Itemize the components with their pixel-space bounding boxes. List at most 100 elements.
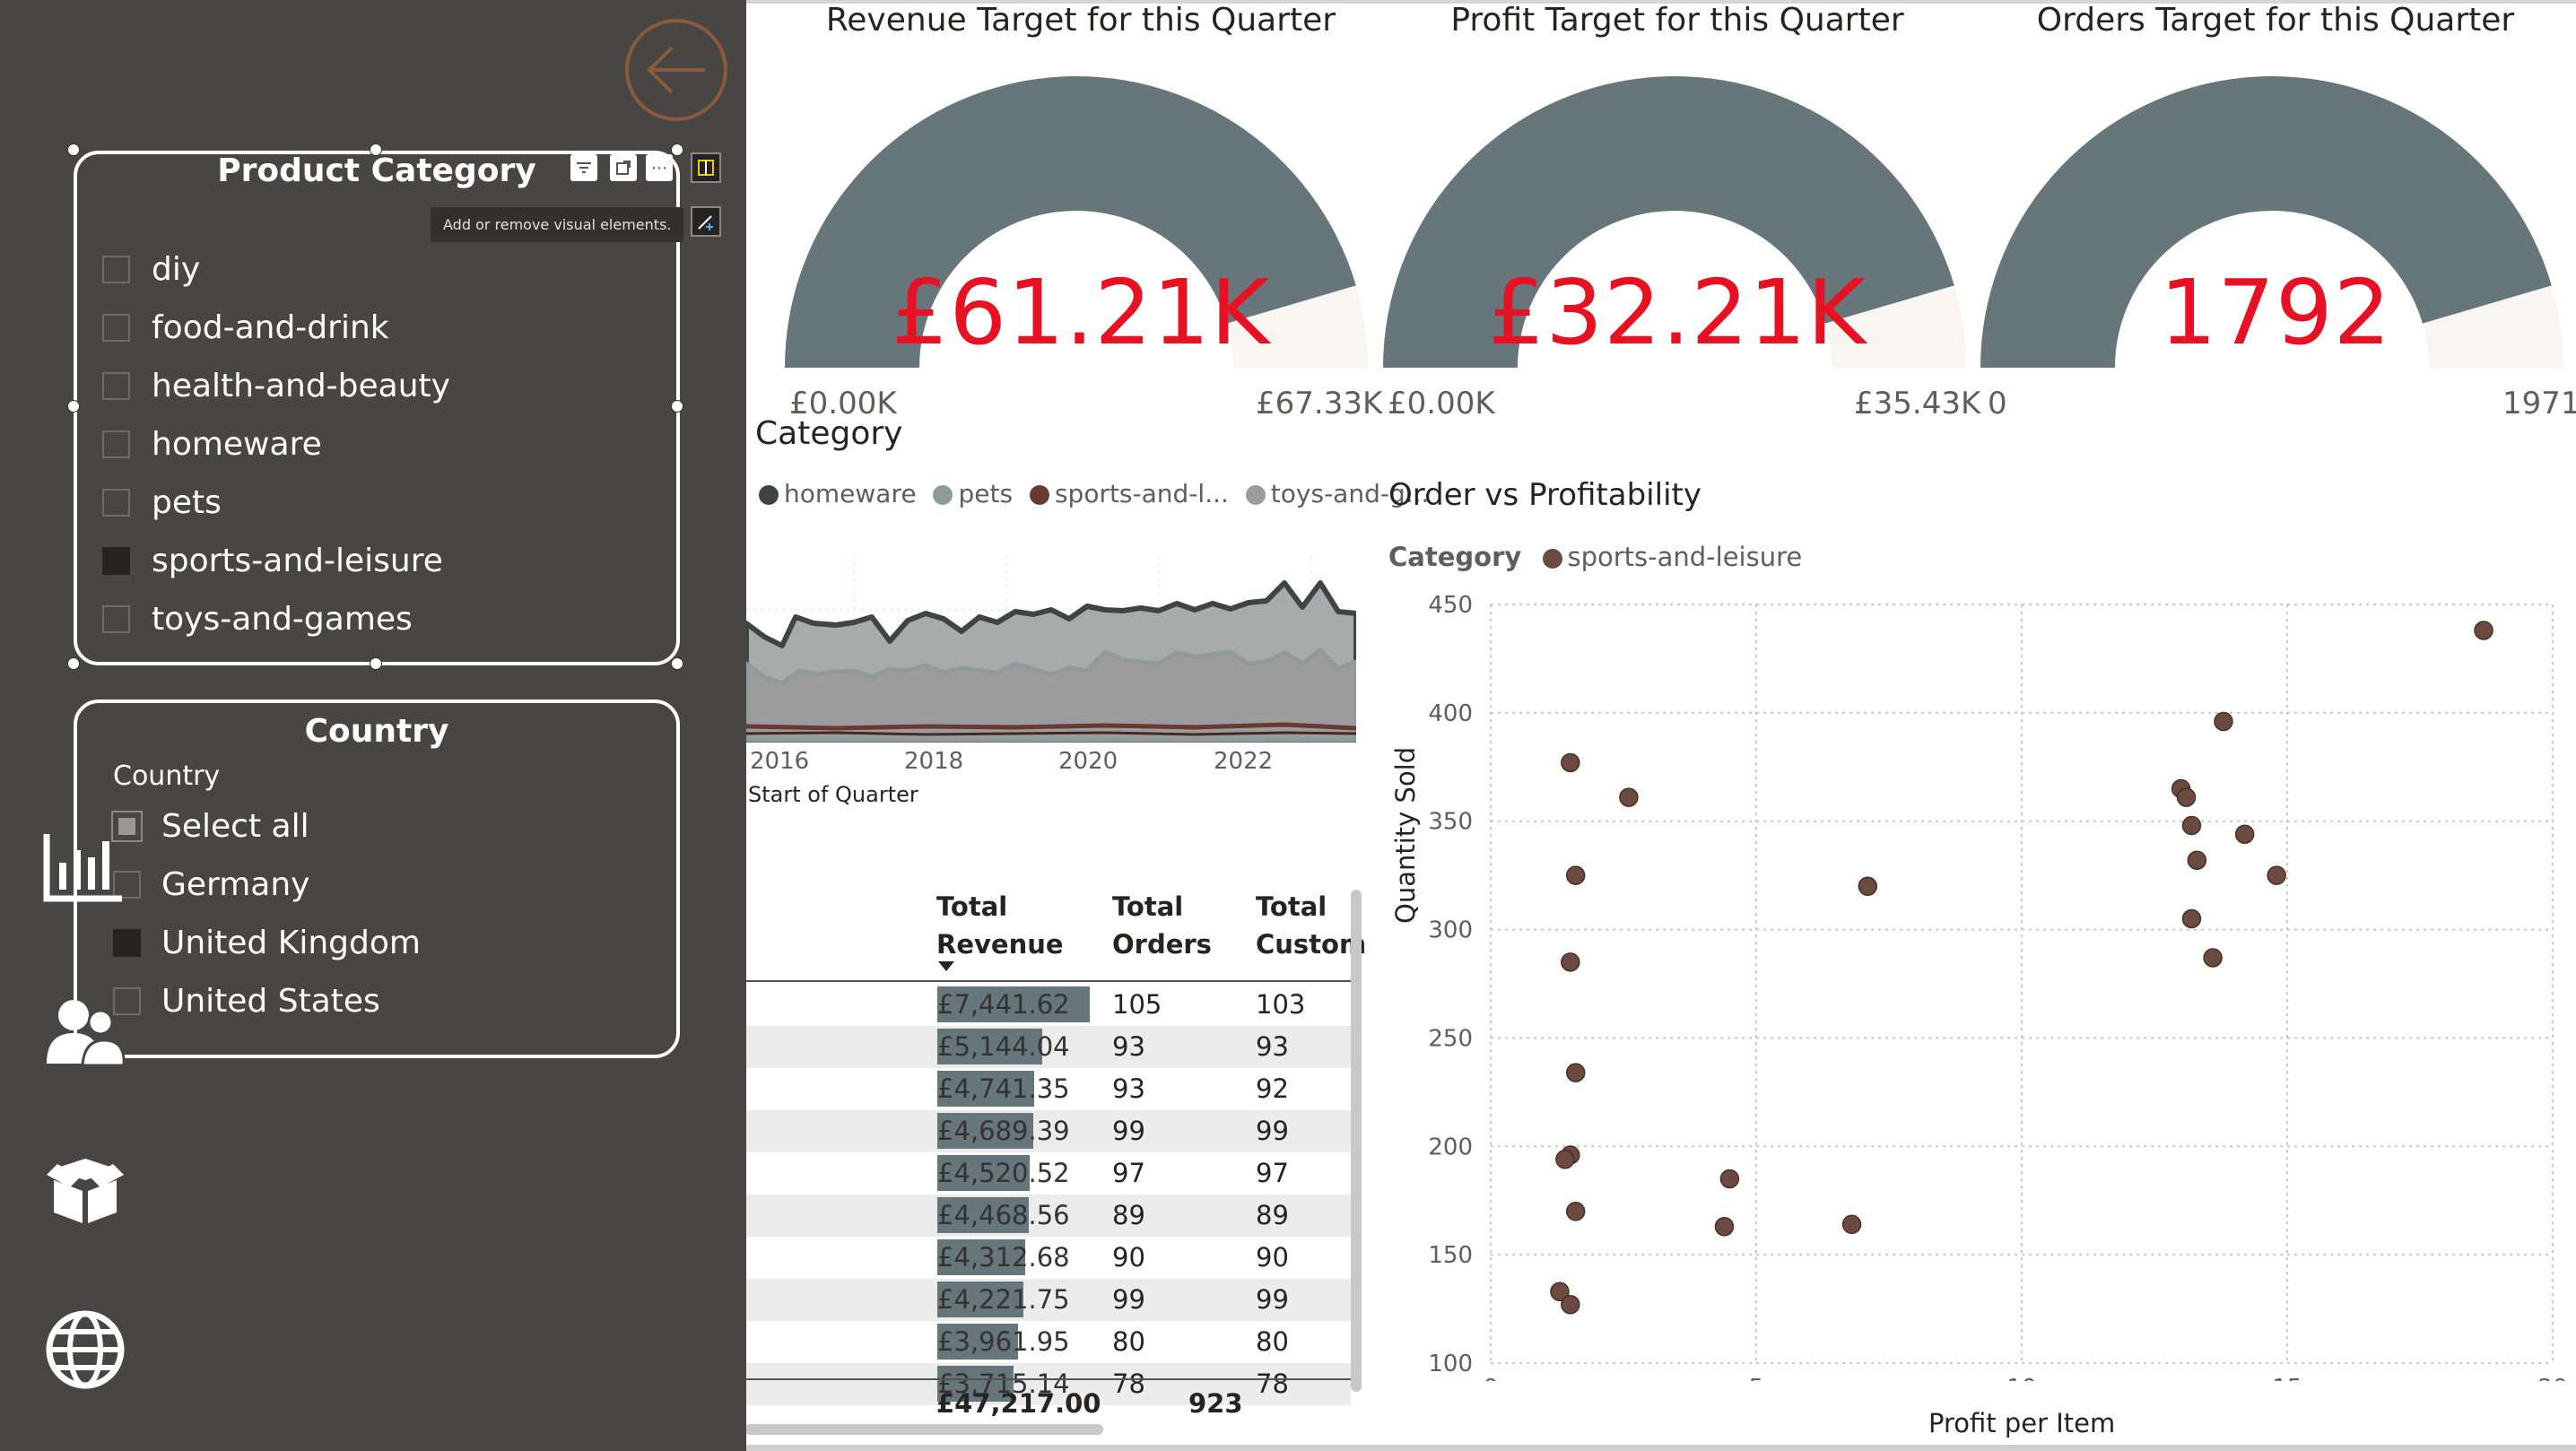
legend-item[interactable]: pets: [933, 479, 1013, 508]
legend-dot: [1542, 549, 1562, 569]
y-tick-label: 250: [1428, 1025, 1473, 1052]
cell-customers: 99: [1256, 1284, 1289, 1315]
checkbox[interactable]: [102, 605, 130, 633]
slicer-header: Country: [113, 760, 221, 792]
scatter-point[interactable]: [1714, 1216, 1735, 1237]
filter-icon[interactable]: [570, 154, 597, 181]
table-row[interactable]: £4,468.56 89 89: [744, 1195, 1351, 1237]
back-arrow-icon[interactable]: [622, 16, 730, 124]
legend-item[interactable]: sports-and-l...: [1029, 479, 1229, 508]
y-tick-label: 200: [1428, 1134, 1473, 1160]
cell-orders: 105: [1112, 989, 1162, 1020]
scatter-point[interactable]: [1561, 1294, 1580, 1315]
more-options-icon[interactable]: ⋯: [646, 154, 673, 181]
header-line: Total: [1112, 891, 1184, 922]
cell-customers: 80: [1256, 1326, 1289, 1357]
header-divider: [744, 980, 1351, 982]
total-revenue: £47,217.00: [936, 1388, 1101, 1419]
table-row[interactable]: £5,144.04 93 93: [744, 1026, 1351, 1068]
scatter-point[interactable]: [2176, 787, 2197, 807]
scatter-point[interactable]: [2203, 948, 2223, 968]
resize-handle[interactable]: [370, 657, 382, 670]
focus-mode-icon[interactable]: [610, 154, 637, 181]
cell-orders: 80: [1112, 1326, 1145, 1357]
scatter-point[interactable]: [1619, 787, 1639, 807]
scatter-point[interactable]: [2187, 850, 2207, 870]
slicer-item-label: sports-and-leisure: [152, 543, 443, 579]
scatter-point[interactable]: [2214, 711, 2233, 732]
slicer-item-label: pets: [152, 484, 222, 521]
cell-revenue: £3,961.95: [937, 1326, 1070, 1357]
customers-icon[interactable]: [45, 997, 126, 1065]
scatter-plot: 0 5 10 15 20 100 150 200 250 300 350 400 450: [1428, 592, 2567, 1381]
scatter-point[interactable]: [2181, 815, 2202, 836]
checkbox[interactable]: [102, 489, 130, 517]
col-header-customers[interactable]: Total Custom: [1256, 888, 1366, 963]
checkbox[interactable]: [102, 430, 130, 458]
table-row[interactable]: £7,441.62 105 103: [744, 984, 1351, 1026]
header-line: Total: [936, 891, 1008, 922]
cell-orders: 78: [1112, 1368, 1145, 1399]
gauge-value: £61.21K: [891, 260, 1271, 365]
scatter-point[interactable]: [1565, 865, 1586, 885]
table-row[interactable]: £4,221.75 99 99: [744, 1279, 1351, 1321]
y-axis-label: Quantity Sold: [1390, 746, 1421, 924]
table-vertical-scrollbar[interactable]: [1351, 890, 1362, 1392]
slicer-item-label: Germany: [161, 866, 310, 903]
resize-handle[interactable]: [671, 400, 683, 413]
format-visual-icon[interactable]: [691, 152, 721, 183]
x-tick-label: 20: [2537, 1375, 2567, 1381]
slicer-title: Country: [304, 713, 449, 750]
col-header-revenue[interactable]: Total Revenue: [936, 888, 1064, 963]
scatter-point[interactable]: [1565, 1063, 1586, 1082]
checkbox[interactable]: [102, 547, 130, 575]
scatter-point[interactable]: [2474, 621, 2493, 640]
y-tick-label: 400: [1428, 700, 1473, 727]
globe-icon[interactable]: [45, 1309, 126, 1390]
scatter-point[interactable]: [1561, 752, 1580, 773]
scatter-point[interactable]: [1561, 952, 1580, 972]
table-row[interactable]: £4,520.52 97 97: [744, 1152, 1351, 1195]
table-row[interactable]: £4,741.35 93 92: [744, 1068, 1351, 1110]
resize-handle[interactable]: [67, 400, 80, 413]
scatter-point[interactable]: [1858, 876, 1878, 896]
slicer-item-label: Select all: [161, 808, 309, 845]
scatter-point[interactable]: [2267, 865, 2286, 885]
legend-label[interactable]: sports-and-leisure: [1568, 542, 1803, 572]
scatter-point[interactable]: [1555, 1150, 1575, 1169]
table-row[interactable]: £4,312.68 90 90: [744, 1237, 1351, 1279]
cell-revenue: £4,312.68: [937, 1242, 1070, 1273]
resize-handle[interactable]: [671, 657, 683, 670]
table-row[interactable]: £4,689.39 99 99: [744, 1110, 1351, 1152]
cell-orders: 99: [1112, 1116, 1145, 1146]
checkbox[interactable]: [102, 372, 130, 400]
scatter-point[interactable]: [1565, 1202, 1586, 1221]
x-axis-label: Start of Quarter: [748, 782, 918, 807]
scatter-point[interactable]: [2234, 824, 2255, 844]
checkbox[interactable]: [102, 256, 130, 283]
resize-handle[interactable]: [67, 657, 80, 670]
header-line: Revenue: [936, 929, 1064, 960]
checkbox[interactable]: [102, 314, 130, 342]
legend-item[interactable]: homeware: [759, 479, 917, 508]
col-header-orders[interactable]: Total Orders: [1112, 888, 1212, 963]
y-tick-label: 450: [1428, 592, 1473, 619]
gauge-title: Orders Target for this Quarter: [2036, 2, 2515, 39]
cell-customers: 103: [1256, 989, 1306, 1020]
slicer-item-label: toys-and-games: [152, 601, 413, 638]
checkbox[interactable]: [113, 929, 141, 957]
cell-revenue: £4,689.39: [937, 1116, 1070, 1146]
slicer-item-label: United States: [161, 983, 380, 1020]
table-horizontal-scrollbar[interactable]: [744, 1424, 1103, 1435]
x-tick: 2018: [904, 748, 964, 775]
scatter-point[interactable]: [2181, 908, 2202, 929]
sort-desc-icon[interactable]: [938, 961, 954, 971]
gauge-min: 0: [1988, 386, 2007, 421]
scatter-point[interactable]: [1841, 1214, 1862, 1235]
cell-orders: 97: [1112, 1158, 1145, 1188]
add-visual-elements-icon[interactable]: [691, 206, 721, 237]
scatter-point[interactable]: [1719, 1169, 1740, 1189]
table-row[interactable]: £3,961.95 80 80: [744, 1321, 1351, 1363]
analytics-chart-icon[interactable]: [43, 834, 126, 906]
product-box-icon[interactable]: [45, 1157, 126, 1225]
